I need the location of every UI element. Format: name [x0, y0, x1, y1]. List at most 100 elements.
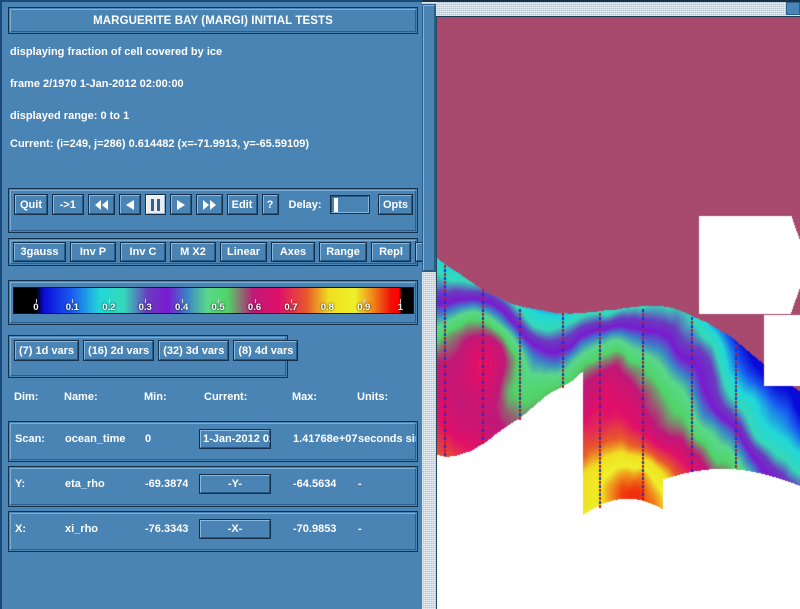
invert-physical-label: Inv P — [80, 246, 106, 258]
row-current-input[interactable]: 1-Jan-2012 02 — [199, 429, 271, 449]
row-max: 1.41768e+07 — [293, 433, 358, 445]
row-name[interactable]: xi_rho — [65, 523, 98, 535]
tab-3d-vars[interactable]: (32) 3d vars — [158, 340, 229, 361]
tab-1d-label: (7) 1d vars — [19, 345, 74, 357]
row-current-input[interactable]: -X- — [199, 519, 271, 539]
step-back-button[interactable] — [119, 194, 141, 215]
frame-one-label: ->1 — [60, 199, 76, 211]
title-text: MARGUERITE BAY (MARGI) INITIAL TESTS — [93, 15, 333, 27]
vertical-scrollbar[interactable] — [422, 2, 437, 609]
table-row: Y: eta_rho -69.3874 -Y- -64.5634 - — [8, 466, 418, 507]
colorbar-group: 00.10.20.30.40.50.60.70.80.91 — [8, 280, 418, 325]
rewind-fast-button[interactable] — [88, 194, 115, 215]
rewind-fast-icon — [94, 200, 109, 210]
row-dim: X: — [15, 523, 26, 535]
invert-colormap-label: Inv C — [130, 246, 157, 258]
quit-button[interactable]: Quit — [14, 194, 48, 215]
tab-4d-label: (8) 4d vars — [238, 345, 293, 357]
help-button[interactable]: ? — [262, 194, 279, 215]
tab-2d-vars[interactable]: (16) 2d vars — [83, 340, 154, 361]
row-name[interactable]: eta_rho — [65, 478, 105, 490]
colorbar-tick-label: 0.4 — [175, 302, 188, 313]
invert-colormap-button[interactable]: Inv C — [120, 242, 166, 262]
range-label: Range — [326, 246, 360, 258]
vertical-scrollbar-thumb[interactable] — [422, 4, 436, 272]
info-frame: frame 2/1970 1-Jan-2012 02:00:00 — [10, 78, 184, 90]
dimension-table-header: Dim: Name: Min: Current: Max: Units: — [2, 391, 424, 409]
row-max: -64.5634 — [293, 478, 336, 490]
magnification-button[interactable]: M X2 — [170, 242, 216, 262]
info-displaying-variable: displaying fraction of cell covered by i… — [10, 46, 222, 58]
step-forward-icon — [176, 200, 186, 210]
row-min: -76.3343 — [145, 523, 188, 535]
colorbar-tick-label: 0 — [33, 302, 38, 313]
colorbar-ticks: 00.10.20.30.40.50.60.70.80.91 — [14, 288, 413, 313]
header-dim: Dim: — [14, 391, 38, 403]
colormap-label: 3gauss — [21, 246, 59, 258]
display-options-group: 3gauss Inv P Inv C M X2 Linear Axes Rang… — [8, 238, 418, 266]
colorbar-tick-label: 1 — [398, 302, 403, 313]
scale-transform-label: Linear — [227, 246, 260, 258]
horizontal-scrollbar-thumb[interactable] — [786, 2, 800, 15]
row-current: -X- — [228, 523, 243, 535]
tab-2d-label: (16) 2d vars — [88, 345, 149, 357]
quit-label: Quit — [20, 199, 42, 211]
plot-canvas[interactable] — [437, 17, 800, 609]
row-min: 0 — [145, 433, 151, 445]
scale-transform-button[interactable]: Linear — [220, 242, 267, 262]
row-units: - — [358, 523, 416, 535]
row-max: -70.9853 — [293, 523, 336, 535]
opts-button[interactable]: Opts — [378, 194, 413, 215]
opts-label: Opts — [383, 199, 408, 211]
colorbar-tick-label: 0.3 — [139, 302, 152, 313]
data-plot[interactable] — [437, 17, 800, 609]
plot-area — [422, 0, 800, 609]
step-forward-button[interactable] — [170, 194, 192, 215]
colorbar-tick-label: 0.7 — [284, 302, 297, 313]
row-current: 1-Jan-2012 02 — [203, 433, 271, 445]
info-displayed-range: displayed range: 0 to 1 — [10, 110, 129, 122]
ncview-window: MARGUERITE BAY (MARGI) INITIAL TESTS dis… — [0, 0, 800, 609]
row-current-input[interactable]: -Y- — [199, 474, 271, 494]
playback-controls-group: Quit ->1 — [8, 188, 418, 233]
row-units: seconds sinc — [358, 433, 416, 445]
goto-first-frame-button[interactable]: ->1 — [52, 194, 84, 215]
row-dim: Scan: — [15, 433, 45, 445]
edit-button[interactable]: Edit — [227, 194, 258, 215]
header-name: Name: — [64, 391, 98, 403]
range-button[interactable]: Range — [319, 242, 367, 262]
replace-button[interactable]: Repl — [371, 242, 411, 262]
table-row: Scan: ocean_time 0 1-Jan-2012 02 1.41768… — [8, 421, 418, 462]
invert-physical-button[interactable]: Inv P — [70, 242, 116, 262]
table-row: X: xi_rho -76.3343 -X- -70.9853 - — [8, 511, 418, 552]
magnification-label: M X2 — [180, 246, 206, 258]
text-caret — [334, 198, 338, 212]
variable-tabs-group: (7) 1d vars (16) 2d vars (32) 3d vars (8… — [8, 335, 288, 378]
row-name[interactable]: ocean_time — [65, 433, 126, 445]
colorbar-tick-label: 0.8 — [321, 302, 334, 313]
axes-button[interactable]: Axes — [271, 242, 315, 262]
colorbar-tick-label: 0.9 — [357, 302, 370, 313]
forward-fast-icon — [202, 200, 217, 210]
horizontal-scrollbar[interactable] — [436, 2, 800, 17]
colormap-button[interactable]: 3gauss — [13, 242, 66, 262]
page-title: MARGUERITE BAY (MARGI) INITIAL TESTS — [8, 7, 418, 34]
pause-icon — [151, 199, 160, 211]
row-dim: Y: — [15, 478, 25, 490]
edit-label: Edit — [232, 199, 253, 211]
colorbar-tick-label: 0.2 — [102, 302, 115, 313]
header-max: Max: — [292, 391, 317, 403]
header-min: Min: — [144, 391, 167, 403]
tab-1d-vars[interactable]: (7) 1d vars — [14, 340, 79, 361]
replace-label: Repl — [379, 246, 403, 258]
help-label: ? — [267, 199, 274, 211]
step-back-icon — [125, 200, 135, 210]
delay-input[interactable] — [330, 195, 370, 214]
row-min: -69.3874 — [145, 478, 188, 490]
colorbar[interactable]: 00.10.20.30.40.50.60.70.80.91 — [13, 287, 414, 314]
info-current-value: Current: (i=249, j=286) 0.614482 (x=-71.… — [10, 138, 309, 150]
tab-4d-vars[interactable]: (8) 4d vars — [233, 340, 298, 361]
pause-button[interactable] — [145, 194, 166, 215]
forward-fast-button[interactable] — [196, 194, 223, 215]
colorbar-tick-label: 0.5 — [211, 302, 224, 313]
